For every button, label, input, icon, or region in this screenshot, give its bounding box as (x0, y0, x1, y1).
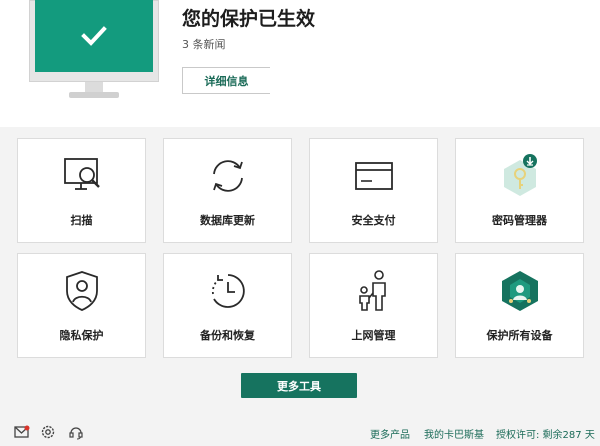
safe-money-icon (349, 151, 399, 201)
password-manager-icon (495, 151, 545, 201)
tile-privacy-protection[interactable]: 隐私保护 (17, 253, 146, 358)
tile-parental-control-label: 上网管理 (351, 329, 396, 342)
update-icon (203, 151, 253, 201)
tile-protect-all-devices-label: 保护所有设备 (486, 329, 553, 342)
backup-clock-icon (203, 266, 253, 316)
tile-password-manager-label: 密码管理器 (492, 214, 547, 227)
tile-scan-label: 扫描 (70, 214, 93, 227)
license-link[interactable]: 授权许可: 剩余287 天 (496, 426, 595, 441)
tile-safe-money-label: 安全支付 (351, 214, 396, 227)
checkmark-icon (81, 26, 107, 46)
settings-gear-icon[interactable] (40, 424, 56, 440)
more-tools-button[interactable]: 更多工具 (241, 373, 357, 398)
parental-control-icon (349, 266, 399, 316)
details-button[interactable]: 详细信息 (182, 67, 270, 94)
tile-password-manager[interactable]: 密码管理器 (455, 138, 584, 243)
privacy-shield-icon (57, 266, 107, 316)
tile-database-update-label: 数据库更新 (200, 214, 255, 227)
footer-bar: 更多产品 我的卡巴斯基 授权许可: 剩余287 天 (0, 419, 600, 446)
support-headset-icon[interactable] (68, 424, 84, 440)
tile-safe-money[interactable]: 安全支付 (309, 138, 438, 243)
tile-protect-all-devices[interactable]: 保护所有设备 (455, 253, 584, 358)
monitor-status-icon (29, 0, 159, 102)
news-count[interactable]: 3 条新闻 (182, 36, 226, 52)
tile-backup-restore-label: 备份和恢复 (200, 329, 255, 342)
tile-backup-restore[interactable]: 备份和恢复 (163, 253, 292, 358)
protection-status-panel: 您的保护已生效 3 条新闻 详细信息 (0, 0, 600, 127)
tile-database-update[interactable]: 数据库更新 (163, 138, 292, 243)
tile-scan[interactable]: 扫描 (17, 138, 146, 243)
status-title: 您的保护已生效 (182, 8, 316, 30)
more-products-link[interactable]: 更多产品 (370, 426, 410, 441)
scan-icon (57, 151, 107, 201)
tile-parental-control[interactable]: 上网管理 (309, 253, 438, 358)
tile-privacy-protection-label: 隐私保护 (59, 329, 104, 342)
my-kaspersky-link[interactable]: 我的卡巴斯基 (424, 426, 484, 441)
protect-devices-icon (495, 266, 545, 316)
mail-icon[interactable] (14, 424, 30, 440)
